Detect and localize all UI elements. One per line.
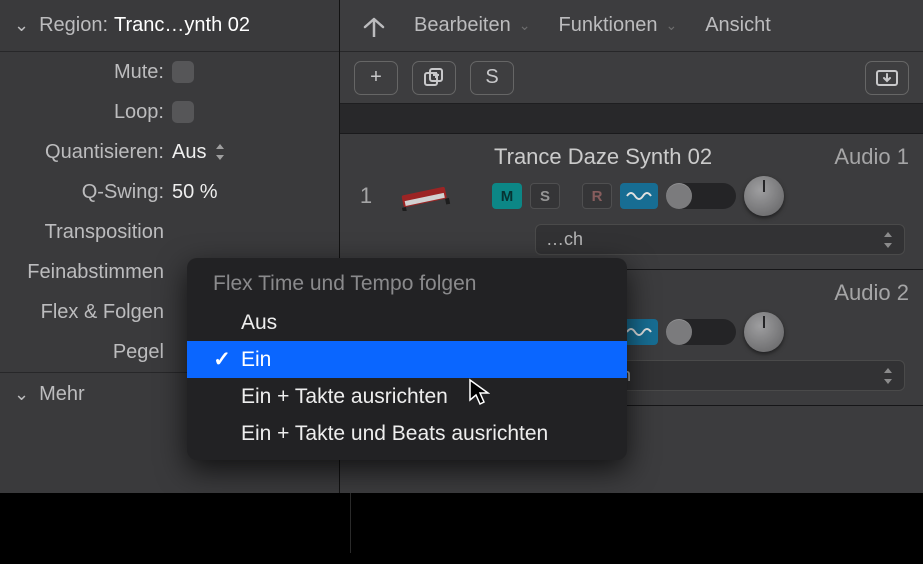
- catch-playhead-button[interactable]: [865, 61, 909, 95]
- region-name: Tranc…ynth 02: [114, 14, 250, 37]
- chevron-down-icon: ⌄: [519, 17, 531, 34]
- more-label: Mehr: [39, 383, 85, 406]
- flexfollow-label: Flex & Folgen: [0, 301, 172, 324]
- solo-button[interactable]: S: [470, 61, 514, 95]
- back-up-button[interactable]: [354, 9, 394, 43]
- pan-knob[interactable]: [744, 176, 784, 216]
- timeline-ruler[interactable]: [340, 104, 923, 134]
- track-name[interactable]: Trance Daze Synth 02: [494, 144, 712, 170]
- callout-line: [350, 493, 351, 553]
- duplicate-button[interactable]: [412, 61, 456, 95]
- updown-arrows-icon: [882, 367, 894, 385]
- track-output: Audio 2: [834, 280, 909, 306]
- mute-checkbox[interactable]: [172, 61, 194, 83]
- finetune-label: Feinabstimmen: [0, 261, 172, 284]
- track-row: Trance Daze Synth 02 Audio 1 1 M S R: [340, 134, 923, 270]
- qswing-label: Q-Swing:: [0, 181, 172, 204]
- keyboard-icon[interactable]: [390, 177, 458, 215]
- flex-button[interactable]: [620, 183, 658, 209]
- track-number: 1: [354, 183, 378, 209]
- add-button[interactable]: +: [354, 61, 398, 95]
- flex-follow-popup: Flex Time und Tempo folgen ✓ Aus ✓ Ein ✓…: [187, 258, 627, 460]
- popup-item-ein-takte[interactable]: ✓ Ein + Takte ausrichten: [187, 378, 627, 415]
- track-toggle[interactable]: [666, 183, 736, 209]
- quantize-dropdown[interactable]: Aus: [172, 141, 339, 164]
- pegel-label: Pegel: [0, 341, 172, 364]
- edit-menu[interactable]: Bearbeiten⌄: [406, 10, 538, 41]
- mute-button[interactable]: M: [492, 183, 522, 209]
- chevron-down-icon: ⌄: [14, 15, 29, 36]
- editor-toolbar: Bearbeiten⌄ Funktionen⌄ Ansicht: [340, 0, 923, 52]
- mute-label: Mute:: [0, 61, 172, 84]
- updown-arrows-icon: [882, 231, 894, 249]
- updown-arrows-icon: [214, 143, 226, 161]
- flex-mode-dropdown[interactable]: …ch: [535, 224, 905, 255]
- pan-knob[interactable]: [744, 312, 784, 352]
- solo-track-button[interactable]: S: [530, 183, 560, 209]
- loop-checkbox[interactable]: [172, 101, 194, 123]
- qswing-value-cell[interactable]: 50 %: [172, 181, 339, 204]
- popup-title: Flex Time und Tempo folgen: [187, 266, 627, 304]
- view-menu[interactable]: Ansicht: [697, 10, 779, 41]
- popup-item-aus[interactable]: ✓ Aus: [187, 304, 627, 341]
- quantize-value: Aus: [172, 141, 206, 164]
- transposition-label: Transposition: [0, 221, 172, 244]
- track-output: Audio 1: [834, 144, 909, 170]
- chevron-down-icon: ⌄: [14, 384, 29, 405]
- loop-label: Loop:: [0, 101, 172, 124]
- popup-item-ein-takte-beats[interactable]: ✓ Ein + Takte und Beats ausrichten: [187, 415, 627, 452]
- functions-menu[interactable]: Funktionen⌄: [550, 10, 685, 41]
- track-toggle[interactable]: [666, 319, 736, 345]
- chevron-down-icon: ⌄: [665, 17, 677, 34]
- inspector-header[interactable]: ⌄ Region: Tranc…ynth 02: [0, 0, 339, 52]
- popup-item-ein[interactable]: ✓ Ein: [187, 341, 627, 378]
- quantize-label: Quantisieren:: [0, 141, 172, 164]
- record-enable-button[interactable]: R: [582, 183, 612, 209]
- qswing-value: 50 %: [172, 181, 218, 204]
- editor-toolbar-secondary: + S: [340, 52, 923, 104]
- region-label: Region:: [39, 14, 108, 37]
- checkmark-icon: ✓: [213, 347, 231, 372]
